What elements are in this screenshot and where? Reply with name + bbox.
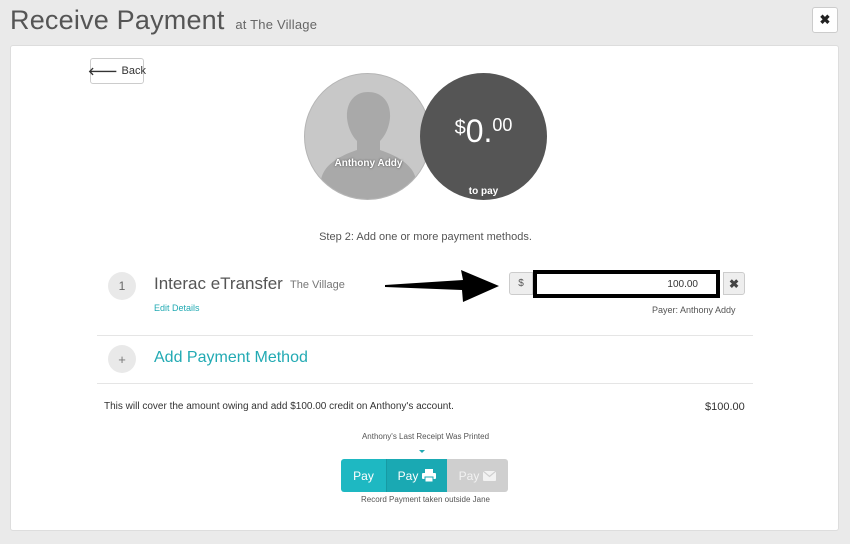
pay-button-label: Pay [353, 468, 374, 483]
payment-summary-amount: $100.00 [705, 401, 745, 413]
page-title-text: Receive Payment [10, 5, 225, 35]
payment-method-name: Interac eTransfer [154, 274, 283, 293]
edit-details-link[interactable]: Edit Details [154, 303, 200, 313]
person-silhouette-icon [319, 92, 418, 199]
pay-button[interactable]: Pay [341, 459, 386, 492]
pay-print-label: Pay [397, 468, 419, 483]
currency-addon: $ [509, 272, 533, 295]
page-title: Receive Payment at The Village [10, 5, 317, 36]
back-button-label: Back [121, 65, 146, 77]
amount-currency: $ [454, 117, 466, 139]
patient-name: Anthony Addy [334, 158, 403, 169]
page-header: Receive Payment at The Village ✖ [0, 0, 850, 46]
divider [97, 335, 753, 336]
payment-amount-input[interactable] [533, 270, 720, 298]
pay-button-group: Pay Pay Pay [341, 459, 508, 492]
envelope-icon [483, 470, 497, 481]
record-payment-note: Record Payment taken outside Jane [361, 495, 490, 504]
add-payment-method-icon[interactable]: + [108, 345, 136, 373]
payment-summary-text: This will cover the amount owing and add… [104, 401, 454, 412]
pay-and-print-button[interactable]: Pay [386, 459, 447, 492]
pay-email-label: Pay [458, 468, 480, 483]
amount-to-pay: $0.00 [420, 113, 547, 150]
arrow-left-icon: 🡐 [88, 66, 118, 78]
caret-down-icon [419, 450, 425, 453]
amount-to-pay-label: to pay [468, 186, 499, 197]
add-payment-method-link[interactable]: Add Payment Method [154, 349, 308, 367]
remove-payment-button[interactable]: ✖ [723, 272, 745, 295]
amount-integer: 0 [465, 113, 484, 149]
amount-decimals: 00 [492, 115, 513, 135]
payer-label: Payer: Anthony Addy [652, 305, 736, 315]
amount-to-pay-circle: $0.00 to pay [420, 73, 547, 200]
arrow-right-icon [385, 270, 499, 302]
printer-icon [422, 469, 437, 482]
patient-avatar: Anthony Addy [304, 73, 431, 200]
payment-panel: 🡐 Back Anthony Addy $0.00 to pay Step 2:… [10, 45, 839, 531]
receipt-note: Anthony's Last Receipt Was Printed [361, 432, 490, 441]
page-subtitle: at The Village [235, 17, 318, 32]
pay-and-email-button[interactable]: Pay [447, 459, 508, 492]
close-button[interactable]: ✖ [812, 7, 838, 33]
step-instruction: Step 2: Add one or more payment methods. [319, 231, 532, 243]
divider [97, 383, 753, 384]
payment-method-index: 1 [108, 272, 136, 300]
back-button[interactable]: 🡐 Back [88, 58, 146, 84]
payment-method-clinic: The Village [290, 279, 345, 291]
